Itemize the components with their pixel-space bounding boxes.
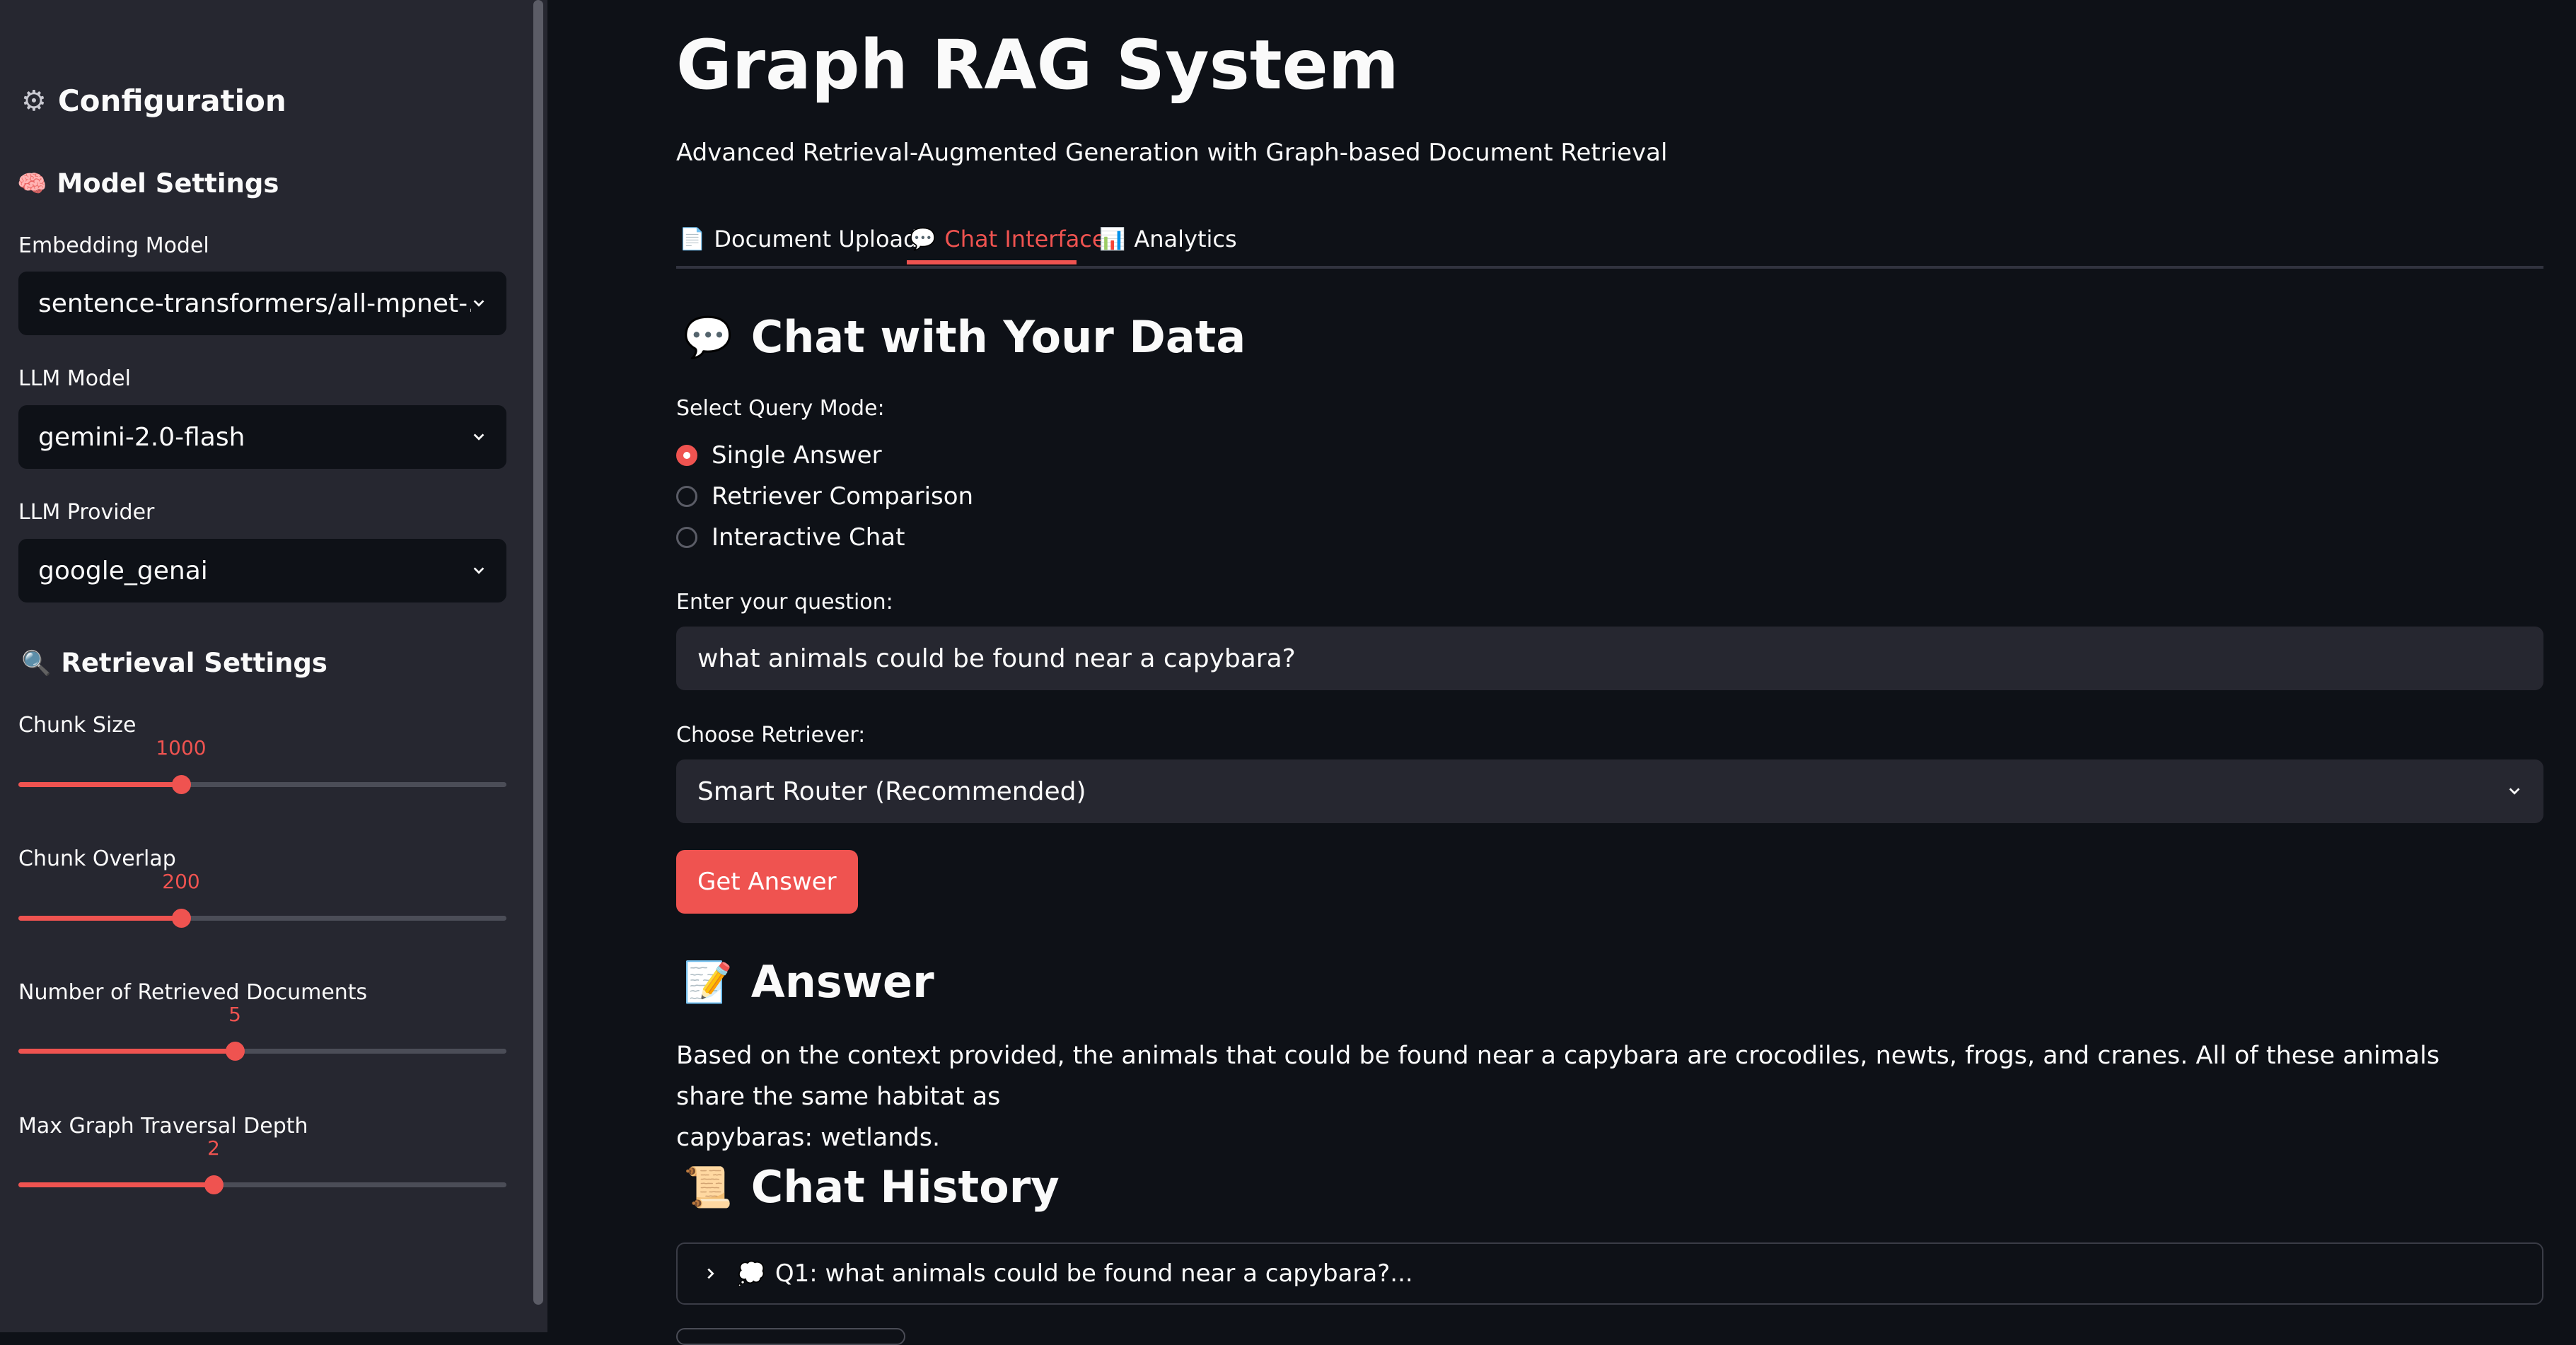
radio-circle	[676, 486, 697, 507]
chat-history-expander[interactable]: 💭 Q1: what animals could be found near a…	[676, 1242, 2543, 1305]
tab-analytics[interactable]: 📊 Analytics	[1099, 218, 1237, 260]
search-icon: 🔍	[21, 648, 52, 677]
scroll-icon: 📜	[683, 1164, 733, 1211]
main-content: Graph RAG System Advanced Retrieval-Augm…	[676, 0, 2543, 1345]
slider-value: 2	[207, 1136, 220, 1160]
radio-label: Single Answer	[712, 441, 882, 470]
speech-bubble-icon: 💬	[910, 226, 936, 252]
chevron-down-icon	[473, 433, 485, 441]
chat-history-heading: 📜 Chat History	[683, 1161, 1060, 1213]
max-depth-slider[interactable]: 2	[18, 1136, 506, 1199]
slider-value: 5	[228, 1003, 241, 1026]
retrieved-docs-label: Number of Retrieved Documents	[18, 980, 368, 1005]
model-settings-title: Model Settings	[57, 168, 279, 199]
question-value: what animals could be found near a capyb…	[697, 644, 1296, 673]
slider-thumb[interactable]	[172, 775, 191, 794]
page-title: Graph RAG System	[676, 25, 1399, 105]
chat-section-title: Chat with Your Data	[750, 311, 1246, 363]
slider-thumb[interactable]	[204, 1175, 224, 1194]
tab-document-upload[interactable]: 📄 Document Upload	[679, 218, 917, 260]
llm-provider-select[interactable]: google_genai	[18, 539, 506, 602]
llm-model-select[interactable]: gemini-2.0-flash	[18, 405, 506, 469]
memo-icon: 📝	[683, 959, 733, 1006]
retriever-value: Smart Router (Recommended)	[697, 776, 1086, 806]
query-mode-label: Select Query Mode:	[676, 396, 885, 421]
chevron-down-icon	[473, 300, 485, 307]
bar-chart-icon: 📊	[1099, 226, 1126, 252]
chevron-down-icon	[2509, 788, 2520, 795]
tab-label: Analytics	[1134, 226, 1237, 252]
slider-fill	[18, 1182, 214, 1187]
page-subtitle: Advanced Retrieval-Augmented Generation …	[676, 139, 1668, 167]
slider-fill	[18, 782, 181, 787]
tab-chat-interface[interactable]: 💬 Chat Interface	[910, 218, 1106, 260]
retriever-select[interactable]: Smart Router (Recommended)	[676, 759, 2543, 823]
llm-provider-label: LLM Provider	[18, 500, 155, 525]
llm-model-label: LLM Model	[18, 366, 131, 391]
answer-line: capybaras: wetlands.	[676, 1124, 941, 1152]
slider-value: 1000	[156, 736, 207, 759]
radio-circle	[676, 527, 697, 548]
partially-visible-button[interactable]	[676, 1328, 905, 1345]
radio-label: Retriever Comparison	[712, 482, 974, 511]
active-tab-indicator	[907, 260, 1077, 264]
speech-bubble-icon: 💬	[683, 314, 733, 361]
sidebar: ⚙ Configuration 🧠 Model Settings Embeddi…	[0, 0, 547, 1332]
chunk-overlap-slider[interactable]: 200	[18, 870, 506, 932]
question-label: Enter your question:	[676, 590, 893, 615]
chunk-size-label: Chunk Size	[18, 713, 137, 738]
tab-bar: 📄 Document Upload 💬 Chat Interface 📊 Ana…	[676, 209, 2543, 269]
slider-value: 200	[162, 870, 200, 893]
slider-thumb[interactable]	[226, 1042, 245, 1061]
chevron-down-icon	[473, 567, 485, 574]
sidebar-scrollbar[interactable]	[533, 0, 543, 1305]
thought-bubble-icon: 💭	[737, 1260, 765, 1287]
chunk-size-slider[interactable]: 1000	[18, 736, 506, 798]
slider-fill	[18, 916, 181, 921]
embedding-model-select[interactable]: sentence-transformers/all-mpnet-…	[18, 272, 506, 335]
gear-icon: ⚙	[21, 84, 47, 117]
history-item-label: Q1: what animals could be found near a c…	[774, 1259, 1413, 1288]
answer-heading: 📝 Answer	[683, 956, 934, 1008]
sidebar-header-title: Configuration	[57, 83, 286, 118]
answer-title: Answer	[750, 956, 934, 1008]
answer-text: Based on the context provided, the anima…	[676, 1035, 2501, 1158]
llm-provider-value: google_genai	[38, 556, 208, 586]
max-depth-label: Max Graph Traversal Depth	[18, 1114, 308, 1139]
radio-retriever-comparison[interactable]: Retriever Comparison	[676, 482, 973, 511]
radio-label: Interactive Chat	[712, 523, 905, 552]
embedding-model-label: Embedding Model	[18, 233, 209, 258]
radio-interactive-chat[interactable]: Interactive Chat	[676, 523, 905, 552]
retriever-label: Choose Retriever:	[676, 723, 866, 747]
chunk-overlap-label: Chunk Overlap	[18, 846, 176, 871]
get-answer-button[interactable]: Get Answer	[676, 850, 858, 914]
chat-section-heading: 💬 Chat with Your Data	[683, 311, 1246, 363]
llm-model-value: gemini-2.0-flash	[38, 422, 245, 452]
answer-line: Based on the context provided, the anima…	[676, 1042, 2440, 1111]
brain-icon: 🧠	[17, 169, 47, 198]
sidebar-header: ⚙ Configuration	[21, 83, 286, 118]
retrieval-settings-header: 🔍 Retrieval Settings	[21, 648, 327, 678]
tab-label: Chat Interface	[944, 226, 1106, 252]
question-input[interactable]: what animals could be found near a capyb…	[676, 627, 2543, 690]
slider-thumb[interactable]	[172, 909, 191, 928]
chevron-right-icon	[707, 1268, 714, 1279]
radio-circle	[676, 445, 697, 466]
chat-history-title: Chat History	[750, 1161, 1060, 1213]
retrieved-docs-slider[interactable]: 5	[18, 1003, 506, 1065]
radio-single-answer[interactable]: Single Answer	[676, 441, 882, 470]
document-icon: 📄	[679, 226, 706, 252]
slider-fill	[18, 1049, 235, 1054]
tab-label: Document Upload	[714, 226, 918, 252]
retrieval-settings-title: Retrieval Settings	[61, 648, 327, 678]
model-settings-header: 🧠 Model Settings	[17, 168, 279, 199]
embedding-model-value: sentence-transformers/all-mpnet-…	[38, 289, 471, 318]
